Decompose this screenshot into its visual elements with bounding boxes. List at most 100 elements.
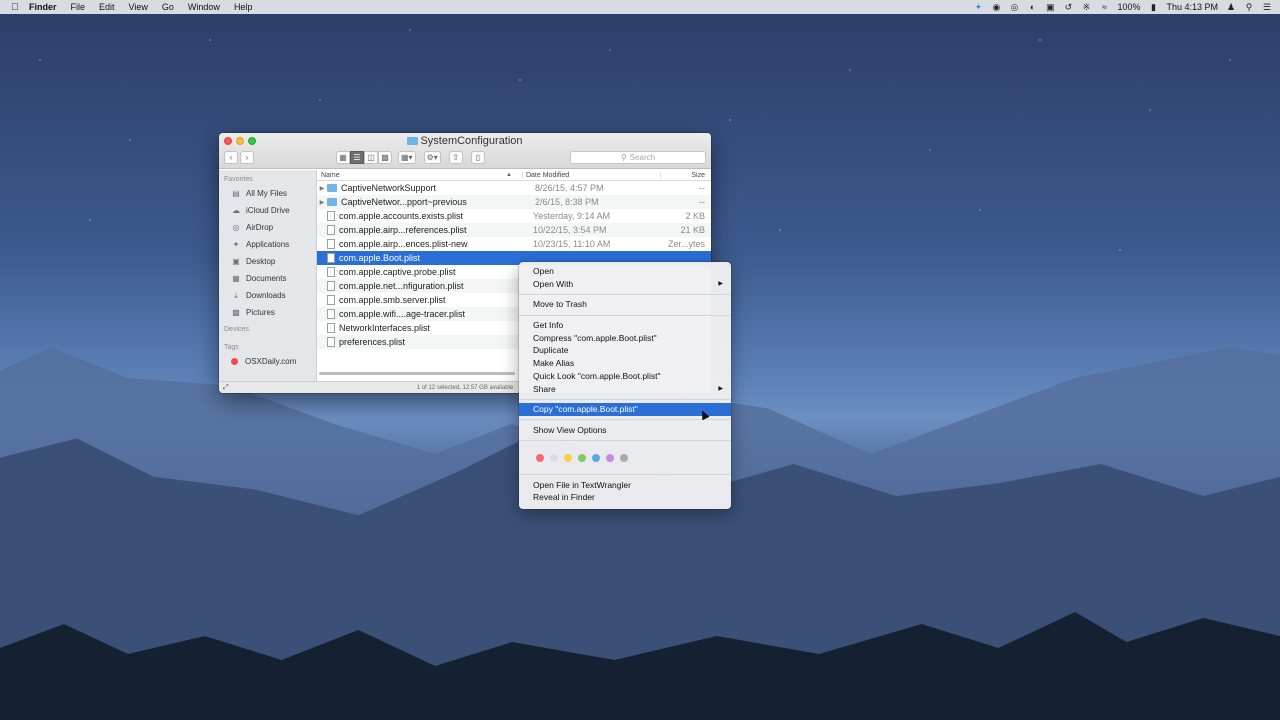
sidebar-item-label: All My Files xyxy=(246,189,287,198)
menu-separator xyxy=(519,398,731,400)
document-icon xyxy=(326,267,335,277)
share-button[interactable]: ⇧ xyxy=(448,150,463,164)
action-gear-button[interactable]: ⚙▾ xyxy=(423,150,441,164)
file-name: com.apple.net...nfiguration.plist xyxy=(338,281,464,291)
document-icon xyxy=(326,253,335,263)
table-row[interactable]: com.apple.airp...ences.plist-new 10/23/15… xyxy=(317,237,711,251)
red-tag-icon xyxy=(231,358,238,365)
menu-go[interactable]: Go xyxy=(155,0,181,14)
document-icon xyxy=(326,309,335,319)
menu-item-open-in-textwrangler[interactable]: Open File in TextWrangler xyxy=(519,479,731,492)
column-header-name-label: Name xyxy=(320,171,340,179)
horizontal-scrollbar[interactable] xyxy=(318,372,515,375)
column-header-name[interactable]: Name ▲ xyxy=(317,172,522,179)
menu-item-share[interactable]: Share ▶ xyxy=(519,383,731,396)
icon-view-button[interactable]: ▦ xyxy=(336,150,350,164)
list-header: Name ▲ Date Modified Size xyxy=(316,170,711,181)
menu-item-quick-look[interactable]: Quick Look "com.apple.Boot.plist" xyxy=(519,370,731,383)
file-size: Zer...ytes xyxy=(667,239,705,249)
user-icon[interactable]: ♟ xyxy=(1226,2,1236,12)
table-row[interactable]: com.apple.airp...references.plist 10/22/1… xyxy=(316,223,711,237)
cover-flow-button[interactable]: ▩ xyxy=(378,150,392,164)
sidebar-item-all-my-files[interactable]: ▤ All My Files xyxy=(219,185,316,202)
sort-ascending-icon: ▲ xyxy=(506,171,512,178)
tag-color-dot[interactable] xyxy=(578,453,586,462)
sidebar-item-applications[interactable]: ✦ Applications xyxy=(219,236,316,253)
tag-color-dot[interactable] xyxy=(606,453,614,462)
sidebar-item-desktop[interactable]: ▣ Desktop xyxy=(219,253,316,270)
menu-finder[interactable]: Finder xyxy=(22,0,64,14)
menu-file[interactable]: File xyxy=(64,0,93,14)
tag-color-dot[interactable] xyxy=(620,453,628,462)
document-icon xyxy=(326,281,335,291)
search-placeholder: Search xyxy=(629,152,656,162)
menu-item-make-alias[interactable]: Make Alias xyxy=(519,357,731,370)
column-header-size[interactable]: Size xyxy=(659,171,711,179)
time-machine-icon[interactable]: ↺ xyxy=(1063,2,1073,12)
tag-color-picker xyxy=(519,445,731,471)
menu-item-show-view-options[interactable]: Show View Options xyxy=(519,424,731,437)
clock[interactable]: Thu 4:13 PM xyxy=(1166,2,1218,12)
search-field[interactable]: ⚲ Search xyxy=(570,150,706,164)
apple-logo-icon[interactable]:  xyxy=(8,2,22,13)
column-header-date-modified[interactable]: Date Modified xyxy=(521,171,660,179)
sidebar-item-airdrop[interactable]: ◎ AirDrop xyxy=(219,219,316,236)
menu-view[interactable]: View xyxy=(122,0,155,14)
sidebar-item-pictures[interactable]: ▩ Pictures xyxy=(219,304,316,321)
sidebar-item-label: OSXDaily.com xyxy=(245,357,297,366)
sidebar-item-label: Applications xyxy=(246,240,290,249)
back-button[interactable]: ‹ xyxy=(224,150,238,164)
menu-item-duplicate[interactable]: Duplicate xyxy=(519,344,731,357)
sidebar-item-icloud-drive[interactable]: ☁ iCloud Drive xyxy=(219,202,316,219)
arrange-button[interactable]: ▦▾ xyxy=(398,150,416,164)
column-view-button[interactable]: ◫ xyxy=(364,150,378,164)
record-icon[interactable]: ◎ xyxy=(1009,2,1019,12)
document-icon xyxy=(326,295,335,305)
disclosure-triangle-icon[interactable]: ▶ xyxy=(317,199,327,206)
sidebar-item-downloads[interactable]: ⤓ Downloads xyxy=(219,287,316,304)
menu-separator xyxy=(519,440,731,442)
disclosure-triangle-icon[interactable]: ▶ xyxy=(317,185,327,192)
tag-color-dot[interactable] xyxy=(536,453,544,462)
menu-item-compress[interactable]: Compress "com.apple.Boot.plist" xyxy=(519,332,731,345)
notification-icon[interactable]: ◉ xyxy=(991,2,1001,12)
file-size: 2 KB xyxy=(685,211,705,221)
spotlight-search-icon[interactable]: ⚲ xyxy=(1244,2,1254,12)
menu-item-move-to-trash[interactable]: Move to Trash xyxy=(519,298,731,311)
notification-center-icon[interactable]: ☰ xyxy=(1262,2,1272,12)
menu-item-get-info[interactable]: Get Info xyxy=(519,319,731,332)
battery-percent: 100% xyxy=(1117,2,1141,12)
tag-color-dot[interactable] xyxy=(564,453,572,462)
battery-icon[interactable]: ▮ xyxy=(1148,2,1158,12)
edit-tags-button[interactable]: ▯ xyxy=(470,150,485,164)
sidebar-toggle-icon[interactable]: ⤢ xyxy=(223,384,229,392)
menu-item-open-with[interactable]: Open With ▶ xyxy=(519,278,731,291)
wifi-icon[interactable]: ≈ xyxy=(1099,2,1109,12)
forward-button[interactable]: › xyxy=(240,150,254,164)
menu-bar:  Finder File Edit View Go Window Help ✦… xyxy=(0,0,1280,14)
menu-edit[interactable]: Edit xyxy=(92,0,122,14)
menu-separator xyxy=(519,314,731,316)
bluetooth-icon[interactable]: ※ xyxy=(1081,2,1091,12)
menu-item-open[interactable]: Open xyxy=(519,265,731,278)
menu-window[interactable]: Window xyxy=(181,0,227,14)
table-row[interactable]: ▶ CaptiveNetwor...pport~previous 2/6/15, 8… xyxy=(316,195,711,209)
pictures-icon: ▩ xyxy=(232,308,240,317)
display-icon[interactable]: ▣ xyxy=(1045,2,1055,12)
title-bar[interactable]: SystemConfiguration ‹ › ▦ ☰ ◫ ▩ ▦▾ ⚙▾ ⇧ … xyxy=(219,133,711,169)
table-row[interactable]: ▶ CaptiveNetworkSupport 8/26/15, 4:57 PM -- xyxy=(317,181,711,195)
menu-item-reveal-in-finder[interactable]: Reveal in Finder xyxy=(519,491,731,504)
file-name: com.apple.wifi....age-tracer.plist xyxy=(338,309,466,319)
sidebar-header-tags: Tags xyxy=(224,344,239,351)
list-view-button[interactable]: ☰ xyxy=(350,150,364,164)
tag-color-dot[interactable] xyxy=(550,453,558,462)
table-row[interactable]: com.apple.accounts.exists.plist Yesterday… xyxy=(317,209,711,223)
document-icon xyxy=(326,337,335,347)
tag-color-dot[interactable] xyxy=(592,453,600,462)
menu-help[interactable]: Help xyxy=(227,0,260,14)
twitter-icon[interactable]: ✦ xyxy=(973,2,983,12)
sync-icon[interactable]: ◐ xyxy=(1027,2,1037,12)
sidebar-item-documents[interactable]: ▦ Documents xyxy=(219,270,316,287)
sidebar-item-tag-osxdaily[interactable]: OSXDaily.com xyxy=(219,353,316,370)
view-mode-group: ▦ ☰ ◫ ▩ xyxy=(336,150,392,164)
